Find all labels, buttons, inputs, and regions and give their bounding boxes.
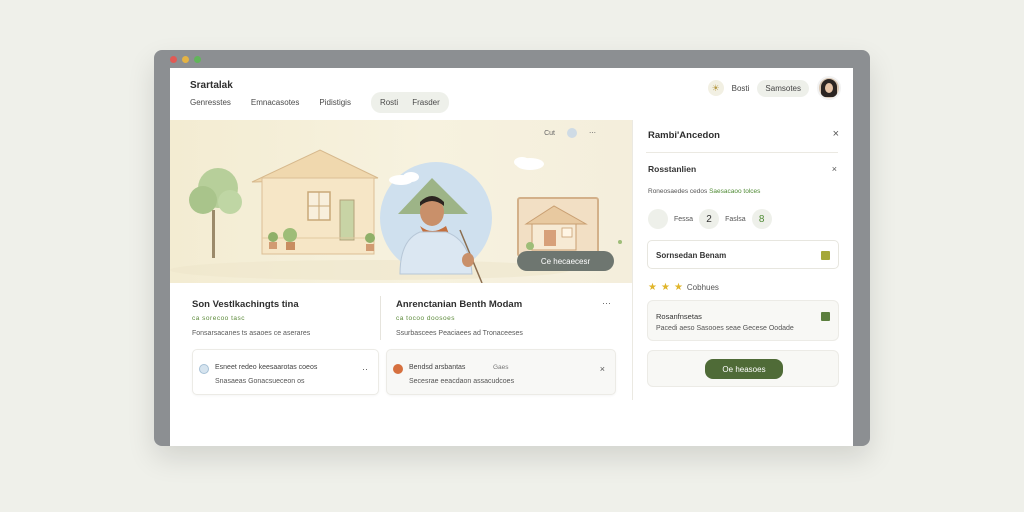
nav-tab-2[interactable]: Emnacasotes [251, 98, 299, 107]
close-icon[interactable]: × [600, 364, 605, 374]
hero-action-button[interactable]: Ce hecaecesr [517, 251, 614, 271]
card-left-title: Son Vestlkachingts tina [192, 299, 299, 310]
nav-pill-group: Rosti Frasder [370, 92, 449, 113]
top-nav: Genresstes Emnacasotes Pidistigis Rosti … [190, 92, 449, 113]
step-2-circle[interactable]: 2 [699, 209, 720, 229]
brand-name: Srartalak [190, 80, 233, 91]
header-pill-button[interactable]: Samsotes [757, 79, 809, 97]
house-door [339, 199, 355, 241]
star-icon[interactable]: ★ [661, 282, 670, 293]
app-screen: Srartalak Genresstes Emnacasotes Pidisti… [170, 68, 853, 446]
header-link[interactable]: Bosti [732, 84, 750, 93]
steps-row: Fessa 2 Faslsa 8 [648, 209, 772, 229]
side-panel-divider [646, 152, 838, 153]
card-right-title: Anrenctanian Benth Modam [396, 299, 523, 310]
subcard-left-line1: Esneet redeo keesaarotas coeos [215, 364, 318, 371]
side-panel-title: Rambi'Ancedon [648, 130, 720, 141]
step-2-label: Faslsa [725, 215, 746, 223]
rating-label: Cobhues [686, 283, 719, 292]
option-box-label: Sornsedan Benam [656, 251, 727, 260]
detail-card-text: Pacedi aeso Sasooes seae Gecese Oodade [656, 325, 794, 332]
star-icon[interactable]: ★ [648, 282, 657, 293]
pill-tab-1[interactable]: Rosti [380, 98, 398, 107]
section-toggle-icon[interactable]: × [832, 164, 837, 174]
close-window-dot[interactable] [170, 56, 177, 63]
step-3-circle[interactable]: 8 [751, 209, 772, 229]
option-box[interactable]: Sornsedan Benam [647, 240, 839, 269]
option-checkbox[interactable] [821, 251, 830, 260]
info-icon [199, 364, 209, 374]
subcard-right[interactable]: Bendsd arsbantas Gaes Secesrae eeacdaon … [386, 349, 616, 395]
window-controls [170, 56, 201, 63]
hero-corner-label[interactable]: Cut [544, 130, 555, 137]
card-more-icon[interactable]: ··· [602, 298, 611, 308]
house-roof [251, 149, 379, 183]
cta-container: Oe heasoes [647, 350, 839, 387]
sun-icon[interactable]: ☀ [707, 80, 724, 96]
subcard-left-line2: Snasaeas Gonacsueceon os [215, 378, 305, 385]
pill-tab-2[interactable]: Frasder [412, 98, 440, 107]
detail-card-title: Rosanfnsetas [656, 312, 702, 321]
card-right-subtitle: ca tocoo doosoes [396, 315, 455, 322]
user-avatar[interactable] [817, 76, 841, 100]
subcard-right-line1: Bendsd arsbantas [409, 364, 466, 371]
side-section-title: Rosstanlien [648, 164, 697, 174]
app-window: Srartalak Genresstes Emnacasotes Pidisti… [154, 50, 870, 446]
nav-tab-3[interactable]: Pidistigis [319, 98, 351, 107]
subcard-left-more-icon[interactable]: ·· [362, 364, 368, 374]
subcard-right-badge: Gaes [493, 364, 509, 371]
subcard-right-line2: Secesrae eeacdaon assacudcoes [409, 378, 515, 385]
card-divider [380, 296, 381, 340]
side-tags: Roneosaedes cedos Saesacaoo tolces [648, 188, 760, 195]
tags-green[interactable]: Saesacaoo tolces [709, 188, 760, 195]
primary-cta-button[interactable]: Oe heasoes [705, 359, 783, 379]
tags-plain: Roneosaedes cedos [648, 188, 708, 195]
step-1-label: Fessa [674, 215, 694, 223]
nav-tab-1[interactable]: Genresstes [190, 98, 231, 107]
detail-card-checkbox[interactable] [821, 312, 830, 321]
rating-row: ★ ★ ★ Cobhues [648, 282, 719, 293]
card-right-text: Ssurbascees Peaciaees ad Tronaceeses [396, 330, 523, 337]
more-icon[interactable]: ⋯ [589, 129, 596, 137]
hero-corner-controls: Cut ⋯ [544, 128, 596, 138]
star-icon[interactable]: ★ [674, 282, 683, 293]
maximize-window-dot[interactable] [194, 56, 201, 63]
minimize-window-dot[interactable] [182, 56, 189, 63]
alert-dot-icon [393, 364, 403, 374]
panel-divider [632, 120, 633, 400]
step-1-circle[interactable] [648, 209, 668, 229]
detail-card[interactable]: Rosanfnsetas Pacedi aeso Sasooes seae Ge… [647, 300, 839, 341]
subcard-left[interactable]: Esneet redeo keesaarotas coeos Snasaeas … [192, 349, 379, 395]
header-actions: ☀ Bosti Samsotes [707, 76, 841, 100]
card-left-subtitle: ca sorecoo tasc [192, 315, 246, 322]
tree-trunk [212, 210, 215, 258]
hero-banner: Cut ⋯ Ce hecaecesr [170, 120, 632, 284]
side-panel-close-icon[interactable]: × [833, 128, 839, 140]
toggle-dot-icon[interactable] [567, 128, 577, 138]
card-left-text: Fonsarsacanes ts asaoes ce aserares [192, 330, 311, 337]
